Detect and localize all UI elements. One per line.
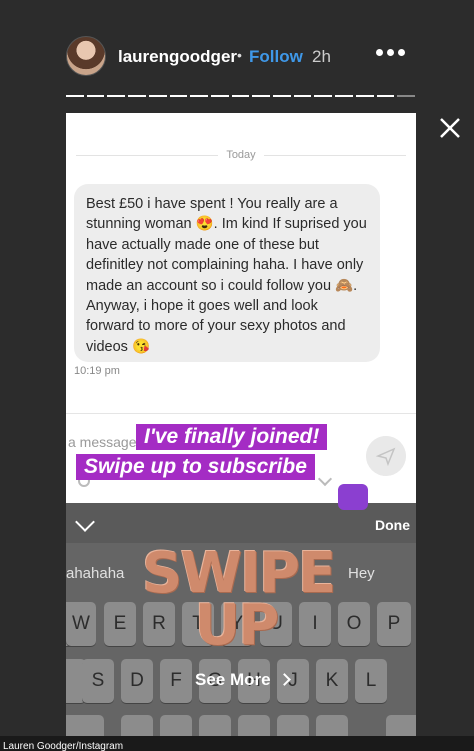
- story-progress: [66, 95, 415, 97]
- photo-credit: Lauren Goodger/Instagram: [0, 736, 474, 751]
- key-s[interactable]: S: [82, 659, 114, 703]
- key-k[interactable]: K: [316, 659, 348, 703]
- follow-button[interactable]: Follow: [249, 47, 303, 67]
- message-input[interactable]: a message: [68, 434, 136, 450]
- key-p[interactable]: P: [377, 602, 411, 646]
- separator-dot: •: [237, 47, 242, 63]
- chevron-down-icon[interactable]: [75, 512, 95, 532]
- key-e[interactable]: E: [104, 602, 136, 646]
- message-time: 10:19 pm: [74, 365, 120, 377]
- key-w[interactable]: W: [66, 602, 96, 646]
- key-o[interactable]: O: [338, 602, 370, 646]
- suggestion-right[interactable]: Hey: [348, 565, 375, 582]
- username[interactable]: laurengoodger: [118, 47, 237, 67]
- message-bubble: Best £50 i have spent ! You really are a…: [74, 184, 380, 362]
- sticker-line-2: Swipe up to subscribe: [76, 454, 315, 480]
- close-icon[interactable]: [437, 115, 463, 141]
- up-text: UP: [194, 593, 280, 658]
- more-options-icon[interactable]: [376, 49, 406, 59]
- composer-divider: [66, 413, 416, 414]
- sticker-line-1: I've finally joined!: [136, 424, 328, 450]
- see-more-button[interactable]: See More: [195, 670, 271, 690]
- swipe-up-graphic: SWIPE UP: [142, 546, 336, 658]
- avatar[interactable]: [66, 36, 106, 76]
- send-icon[interactable]: [366, 436, 406, 476]
- suggestion-left[interactable]: ahahaha: [66, 565, 124, 582]
- chevron-down-icon[interactable]: [317, 471, 333, 487]
- key-f[interactable]: F: [160, 659, 192, 703]
- story-header: laurengoodger • Follow 2h: [0, 0, 474, 112]
- date-divider: Today: [66, 149, 416, 161]
- done-button[interactable]: Done: [375, 517, 410, 533]
- purple-heart-icon: [338, 484, 368, 510]
- key-d[interactable]: D: [121, 659, 153, 703]
- post-time: 2h: [312, 47, 331, 66]
- key-l[interactable]: L: [355, 659, 387, 703]
